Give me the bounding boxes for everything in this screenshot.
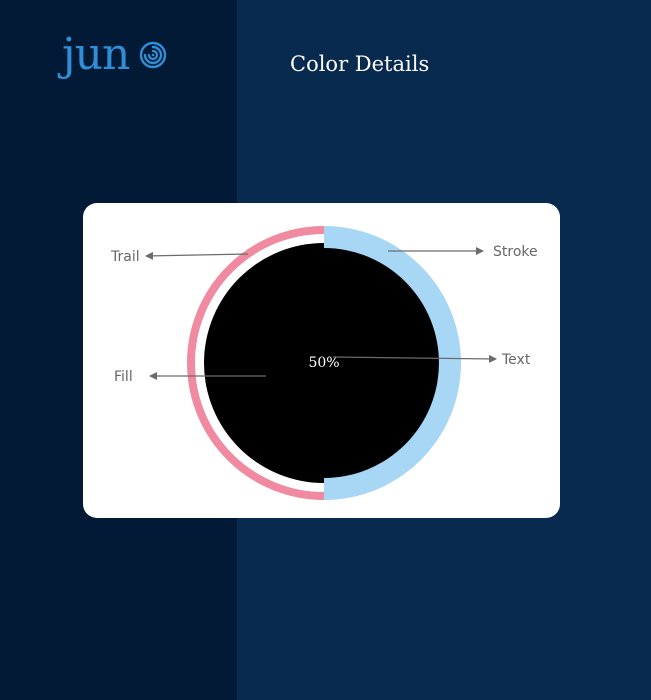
progress-circle-diagram: 50% Trail Stroke Fill Text	[110, 226, 538, 500]
spiral-icon	[140, 41, 167, 69]
brand-name: jun	[62, 29, 130, 80]
stroke-label: Stroke	[493, 244, 538, 260]
text-label: Text	[501, 352, 531, 368]
trail-arrow	[145, 251, 249, 260]
page: jun Color Details 50% Trail Stroke Fill …	[0, 0, 651, 700]
trail-label: Trail	[110, 249, 140, 265]
page-title: Color Details	[290, 52, 430, 76]
fill-label: Fill	[114, 369, 133, 385]
diagram-card: 50% Trail Stroke Fill Text	[83, 203, 560, 518]
brand-logo[interactable]: jun	[62, 30, 167, 80]
